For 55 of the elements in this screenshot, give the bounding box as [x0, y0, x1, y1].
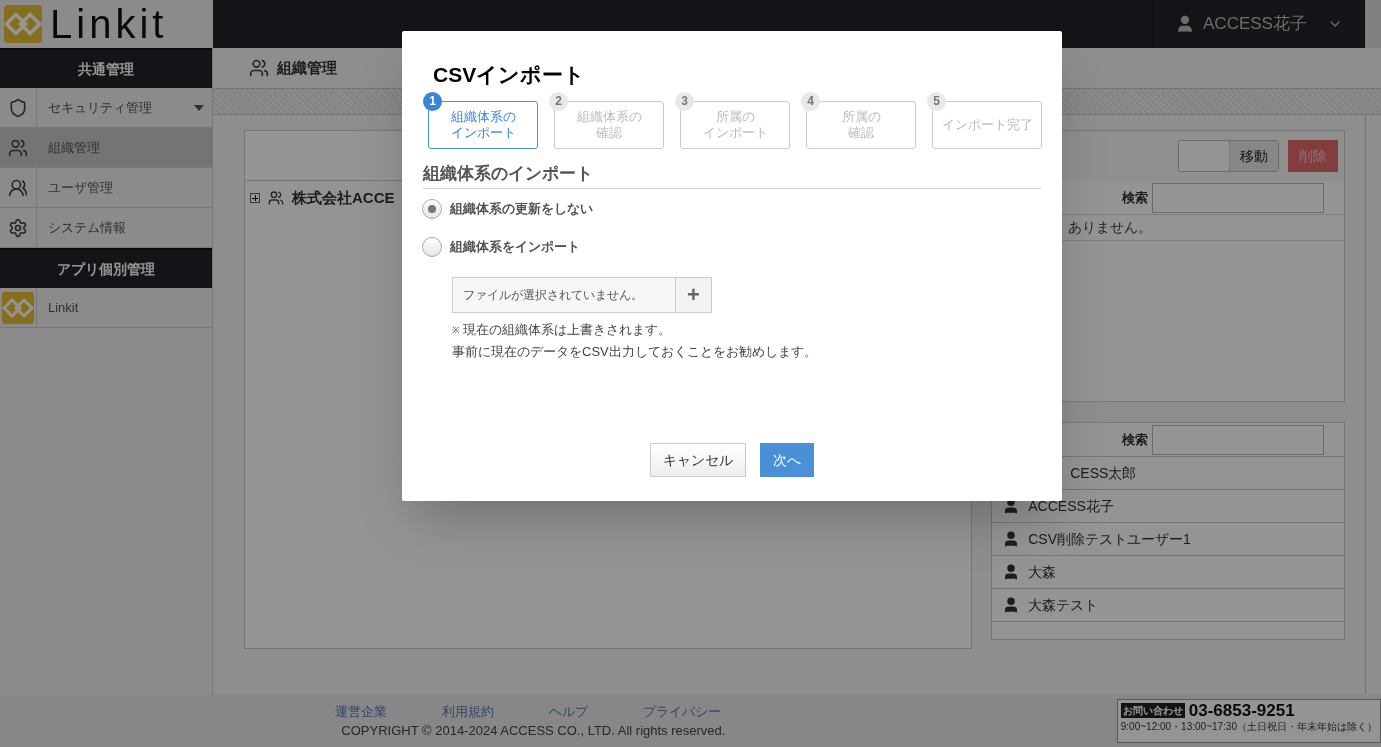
search-field[interactable]	[1152, 424, 1324, 455]
sidebar-heading: アプリ個別管理	[0, 248, 212, 288]
step-number: 2	[549, 91, 568, 111]
radio-label: 組織体系をインポート	[450, 238, 580, 257]
search-field[interactable]	[1152, 182, 1324, 213]
note-text: 事前に現在のデータをCSV出力しておくことをお勧めします。	[452, 343, 818, 361]
gear-icon	[8, 217, 28, 238]
expand-toggle[interactable]	[250, 193, 260, 204]
logo-icon	[4, 5, 42, 43]
shield-icon	[8, 97, 28, 118]
tree-node-label[interactable]: 株式会社ACCE	[292, 187, 395, 210]
footer-link[interactable]: プライバシー	[643, 701, 722, 721]
radio-label: 組織体系の更新をしない	[450, 200, 593, 219]
step-number: 5	[927, 91, 946, 111]
note-text: 現在の組織体系は上書きされます。	[463, 321, 671, 339]
phone-number: 03-6853-9251	[1188, 700, 1295, 722]
search-label: 検索	[1122, 188, 1148, 207]
file-field[interactable]: ファイルが選択されていません。 +	[452, 277, 712, 313]
move-field[interactable]: 移動	[1178, 140, 1279, 172]
section-title: 組織体系のインポート	[423, 160, 1041, 189]
sidebar-item[interactable]: 組織管理	[0, 128, 212, 168]
edge-strip	[1365, 0, 1381, 48]
empty-message: ありません。	[1068, 218, 1153, 237]
user-row[interactable]: 大森テスト	[992, 589, 1344, 622]
sidebar-item[interactable]: セキュリティ管理	[0, 88, 212, 128]
move-button[interactable]: 移動	[1229, 141, 1278, 171]
note-mark: ※	[452, 324, 460, 337]
logo-icon	[2, 291, 34, 324]
sidebar-item[interactable]: ユーザ管理	[0, 168, 212, 208]
next-button[interactable]: 次へ	[760, 443, 814, 477]
user-row[interactable]: CSV削除テストユーザー1	[992, 523, 1344, 556]
cancel-button[interactable]: キャンセル	[650, 443, 746, 477]
contact-badge: お問い合わせ	[1120, 703, 1185, 719]
copyright: COPYRIGHT © 2014-2024 ACCESS CO., LTD. All rights reserved.	[341, 722, 726, 740]
group-icon	[8, 137, 28, 158]
step-number: 4	[801, 91, 820, 111]
group-icon	[249, 58, 269, 78]
dialog-title: CSVインポート	[432, 62, 587, 88]
logo-text: Linkit	[50, 4, 168, 44]
footer-link[interactable]: 利用規約	[442, 701, 495, 721]
sidebar-heading: 共通管理	[0, 48, 212, 88]
sidebar-item[interactable]: システム情報	[0, 208, 212, 248]
page-title: 組織管理	[277, 57, 337, 78]
footer-link[interactable]: 運営企業	[335, 701, 388, 721]
step-number: 3	[675, 91, 694, 111]
step-number: 1	[423, 91, 442, 111]
search-label: 検索	[1122, 430, 1148, 449]
radio-button[interactable]	[422, 237, 442, 257]
radio-button[interactable]	[422, 199, 442, 219]
group-icon	[268, 190, 284, 207]
users-icon	[8, 177, 28, 198]
user-row[interactable]: 大森	[992, 556, 1344, 589]
contact-hours: 9:00~12:00・13:00~17:30（土日祝日・年末年始は除く）	[1120, 721, 1377, 734]
footer-link[interactable]: ヘルプ	[549, 701, 589, 721]
add-file-button[interactable]: +	[675, 278, 711, 312]
